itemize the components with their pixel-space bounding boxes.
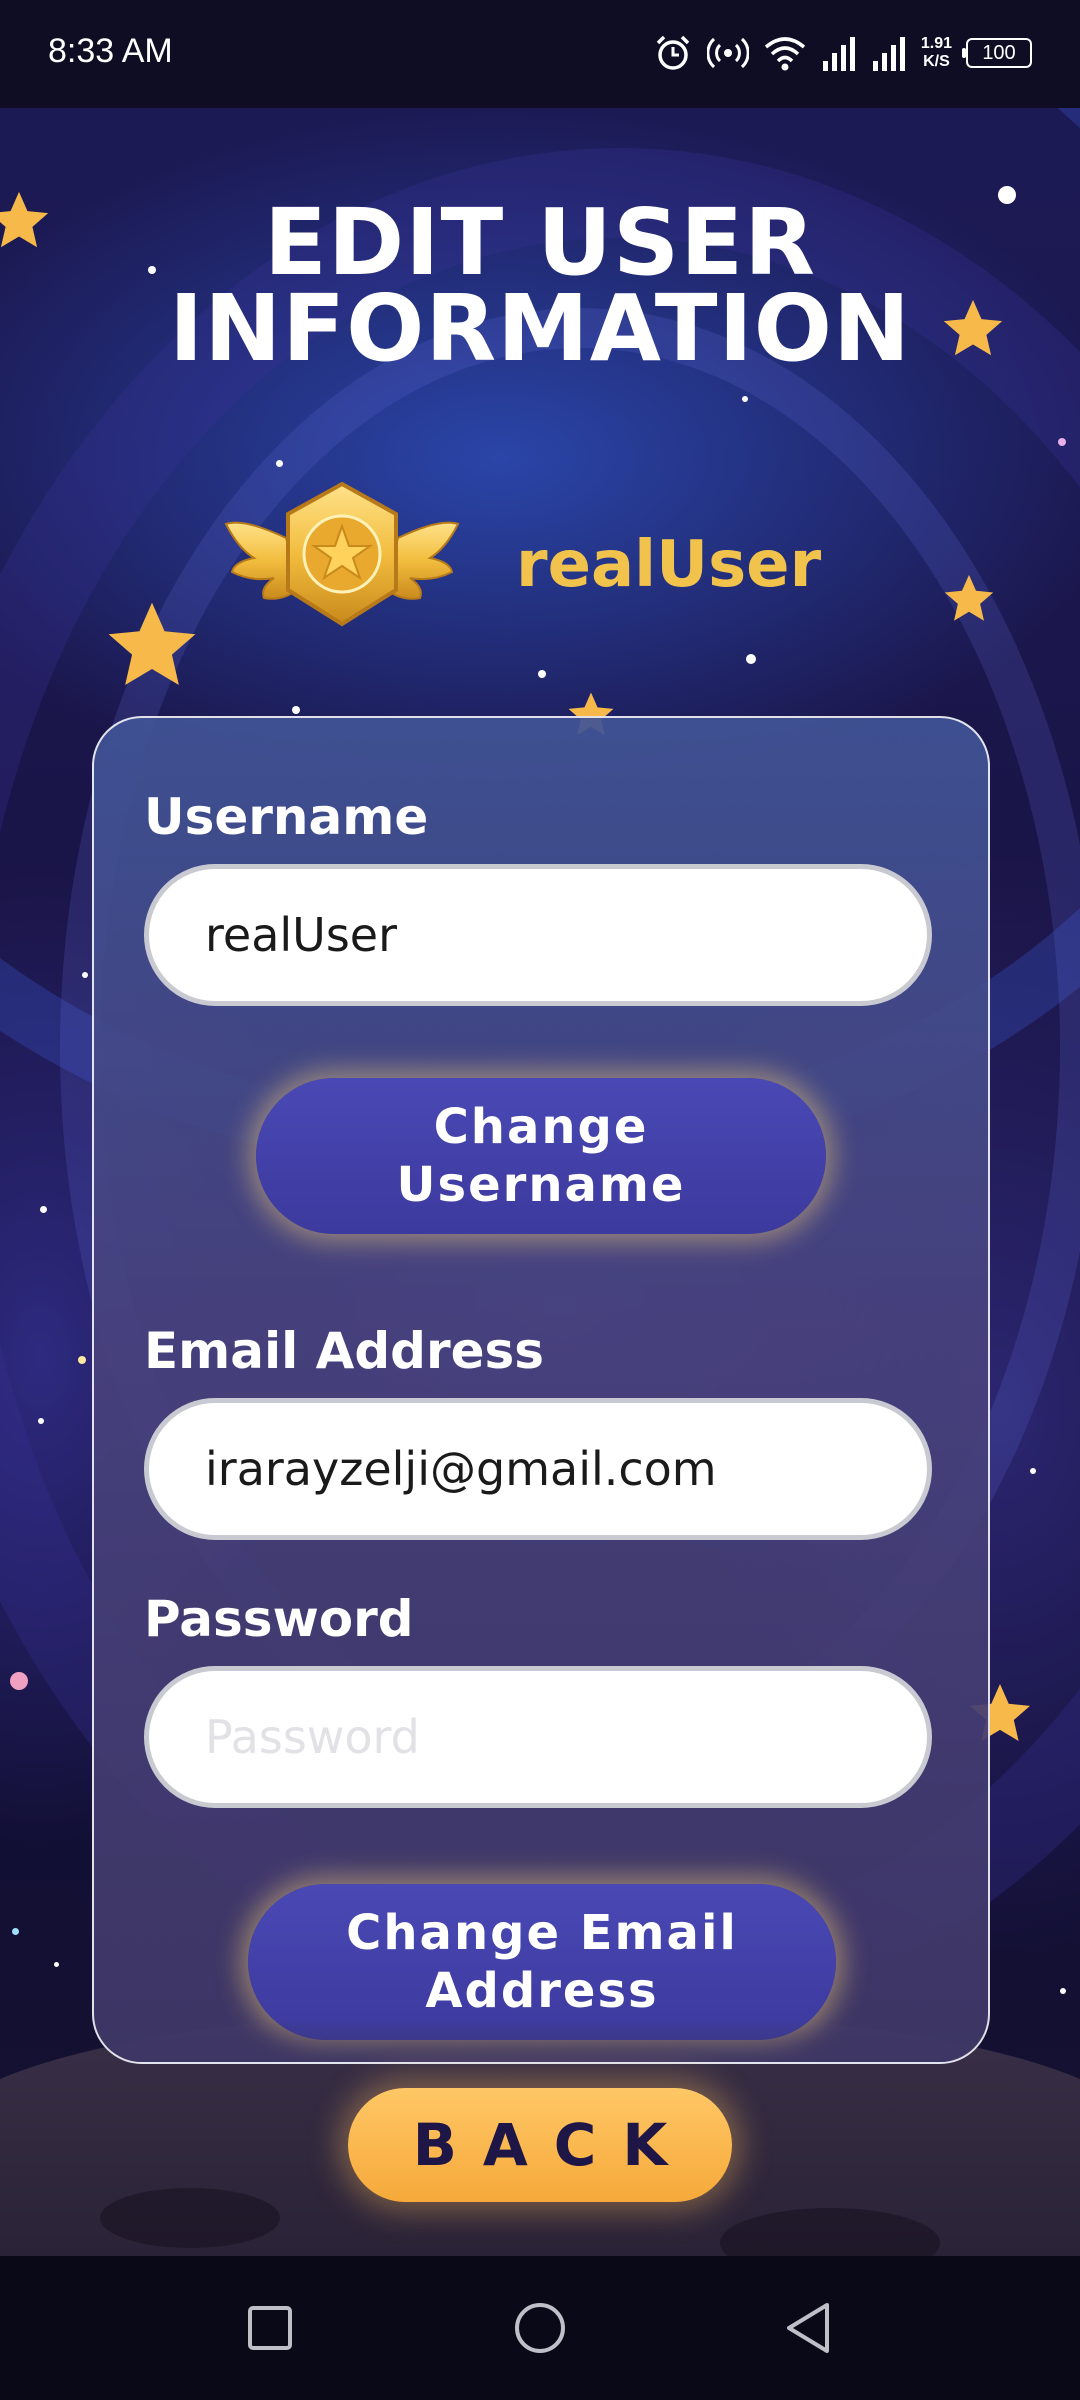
crater [100, 2188, 280, 2248]
star-dot [1060, 1988, 1066, 1994]
star-dot [1058, 438, 1066, 446]
status-time: 8:33 AM [48, 32, 173, 70]
card-bottom-fade [94, 2018, 988, 2062]
gold-star-badge-icon [224, 481, 460, 627]
star-dot [742, 396, 748, 402]
home-circle-icon[interactable] [508, 2296, 572, 2360]
network-speed: 1.91 K/S [921, 35, 952, 71]
star-icon [108, 602, 196, 685]
email-label: Email Address [144, 1322, 545, 1380]
alarm-icon [653, 33, 693, 73]
star-dot [12, 1928, 19, 1935]
star-dot [54, 1962, 59, 1967]
star-dot [276, 460, 283, 467]
recents-square-icon[interactable] [238, 2296, 302, 2360]
change-email-button[interactable]: Change Email Address [248, 1884, 836, 2040]
network-speed-unit: K/S [923, 53, 950, 70]
hotspot-icon [706, 33, 749, 73]
back-button[interactable]: BACK [348, 2088, 732, 2202]
star-dot [1030, 1468, 1036, 1474]
star-dot [82, 972, 88, 978]
star-dot [746, 654, 756, 664]
status-icons: 1.91 K/S 100 [653, 30, 1032, 76]
signal-icon [821, 33, 857, 73]
wifi-icon [763, 33, 807, 73]
password-label: Password [144, 1590, 414, 1648]
star-dot [38, 1418, 44, 1424]
network-speed-value: 1.91 [920, 35, 952, 52]
username-input[interactable] [144, 864, 932, 1006]
star-dot [538, 670, 546, 678]
edit-user-card: Username Change Username Email Address P… [92, 716, 990, 2064]
change-username-button[interactable]: Change Username [256, 1078, 826, 1234]
password-input[interactable] [144, 1666, 932, 1808]
star-icon [944, 574, 994, 621]
screen: 8:33 AM 1.91 K/S 100 EDIT USER INFORMATI… [0, 0, 1080, 2400]
star-dot [10, 1672, 28, 1690]
page-title: EDIT USER INFORMATION [169, 189, 911, 382]
star-dot [78, 1356, 86, 1364]
star-dot [40, 1206, 47, 1213]
signal-icon [871, 33, 907, 73]
star-dot [292, 706, 300, 714]
header-username: realUser [516, 528, 822, 602]
system-nav-bar [0, 2256, 1080, 2400]
email-input[interactable] [144, 1398, 932, 1540]
crater [720, 2208, 940, 2256]
back-triangle-icon[interactable] [776, 2296, 840, 2360]
status-bar: 8:33 AM 1.91 K/S 100 [0, 0, 1080, 108]
battery-icon: 100 [962, 38, 1032, 68]
username-label: Username [144, 788, 429, 846]
